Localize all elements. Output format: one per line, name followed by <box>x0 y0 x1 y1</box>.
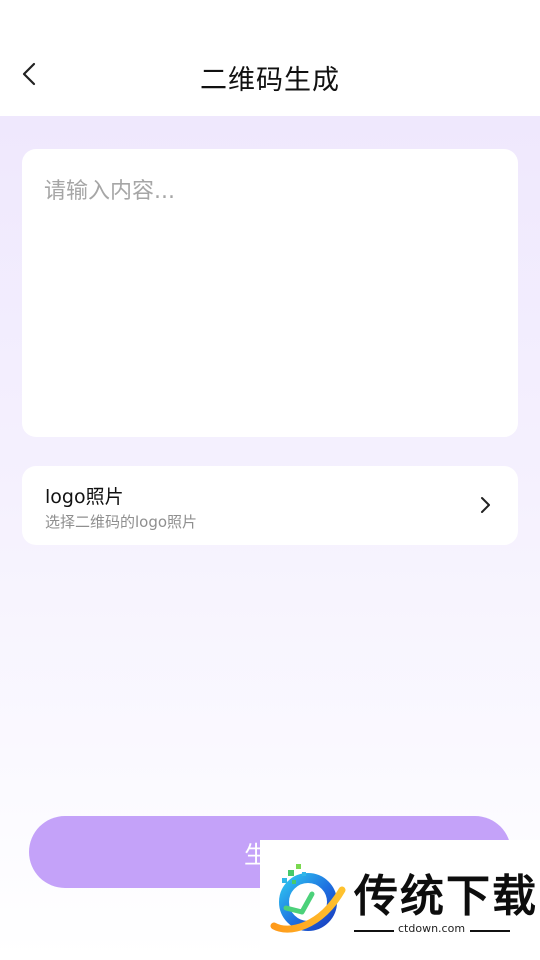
content-input[interactable] <box>22 149 518 437</box>
watermark: 传统下载 ctdown.com <box>260 840 540 960</box>
logo-photo-subtitle: 选择二维码的logo照片 <box>45 513 198 531</box>
watermark-domain: ctdown.com <box>398 922 466 935</box>
main-content: logo照片 选择二维码的logo照片 生成 <box>0 116 540 960</box>
watermark-brand: 传统下载 <box>354 871 538 922</box>
watermark-divider-left <box>354 930 394 932</box>
logo-photo-row[interactable]: logo照片 选择二维码的logo照片 <box>22 466 518 545</box>
watermark-divider-right <box>470 930 510 932</box>
content-input-card <box>22 149 518 437</box>
app-header: 二维码生成 <box>0 0 540 116</box>
ctdown-logo-icon <box>268 860 348 938</box>
page-title: 二维码生成 <box>200 65 340 96</box>
logo-photo-title: logo照片 <box>45 486 124 508</box>
chevron-right-icon <box>472 492 498 518</box>
